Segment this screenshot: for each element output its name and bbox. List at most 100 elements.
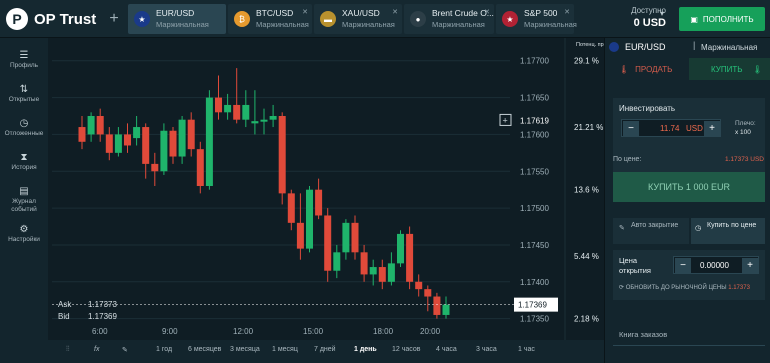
thermometer-icon: 🌡 (619, 64, 630, 74)
decrease-button[interactable]: − (623, 121, 639, 137)
ask-bid-readout: Ask 1.17373 Bid 1.17369 (58, 300, 117, 321)
candle-body (215, 97, 222, 113)
sidebar-item-journal[interactable]: ▤ Журнал событий (0, 186, 48, 226)
x-tick-label: 12:00 (233, 327, 254, 336)
range-6m[interactable]: 6 месяцев (188, 346, 221, 353)
x-tick-label: 20:00 (420, 327, 441, 336)
sell-tab[interactable]: 🌡 ПРОДАТЬ (605, 58, 687, 80)
close-icon[interactable]: ✕ (564, 8, 570, 16)
candle-body (78, 127, 86, 142)
open-price-input[interactable]: − 0.00000 + (673, 256, 759, 274)
x-tick-label: 6:00 (92, 327, 108, 336)
panel-header: EUR/USD | Маржинальная (605, 38, 770, 56)
add-tab-button[interactable]: + (104, 8, 124, 30)
y-tick-label: 1.17700 (520, 57, 549, 66)
close-icon[interactable]: ✕ (392, 8, 398, 16)
tab-eurusd[interactable]: ★ EUR/USD Маржинальная (128, 4, 226, 34)
app-logo[interactable]: P OP Trust (6, 6, 96, 32)
logo-icon: P (6, 8, 28, 30)
gold-icon: ▬ (320, 11, 336, 27)
buy-button[interactable]: КУПИТЬ 1 000 EUR (613, 172, 765, 202)
deposit-button[interactable]: ▣ ПОПОЛНИТЬ (679, 7, 765, 31)
bid-price: 1.17369 (88, 312, 117, 321)
sidebar-item-open[interactable]: ⇅ Открытые (0, 84, 48, 118)
menu-icon: ☰ (19, 50, 29, 61)
candle-body (142, 127, 150, 164)
timeframe-bar: ⫶⫶ fx ✎ 1 год 6 месяцев 3 месяца 1 месяц… (48, 340, 604, 363)
range-1y[interactable]: 1 год (156, 346, 172, 353)
y-tick-label: 1.17350 (520, 315, 549, 324)
candle-body (369, 267, 377, 275)
candle-body (242, 104, 250, 120)
trade-panel: EUR/USD | Маржинальная 🌡 ПРОДАТЬ КУПИТЬ … (604, 38, 770, 363)
candle-body (251, 121, 259, 124)
x-tick-label: 9:00 (162, 327, 178, 336)
refresh-link[interactable]: ⟳ ОБНОВИТЬ ДО РЫНОЧНОЙ ЦЕНЫ 1.17373 (619, 284, 750, 291)
profit-label: 5.44 % (574, 252, 599, 261)
order-book[interactable]: Книга заказов (613, 324, 765, 346)
close-icon[interactable]: ✕ (302, 8, 308, 16)
buy-tab[interactable]: КУПИТЬ 🌡 (689, 58, 770, 80)
function-icon[interactable]: fx (94, 346, 99, 353)
candle-body (269, 116, 277, 120)
increase-button[interactable]: + (704, 121, 720, 137)
brush-icon[interactable]: ✎ (122, 346, 128, 354)
candle-body (178, 119, 186, 157)
invest-label: Инвестировать (619, 104, 676, 113)
gear-icon: ⚙ (19, 224, 29, 235)
range-7d[interactable]: 7 дней (314, 346, 336, 353)
candle-body (296, 222, 304, 249)
sidebar-item-pending[interactable]: ◷ Отложенные (0, 118, 48, 152)
sidebar-item-settings[interactable]: ⚙ Настройки (0, 224, 48, 258)
auto-close-button[interactable]: ✎ Авто закрытие (613, 218, 689, 244)
tab-brent[interactable]: ● Brent Crude O... Маржинальная ✕ (404, 4, 494, 34)
buy-at-price-button[interactable]: ◷ Купить по цене (691, 218, 765, 244)
candle-body (433, 296, 441, 315)
balance[interactable]: Доступно 0 USD (596, 6, 666, 29)
increase-button[interactable]: + (742, 258, 758, 274)
close-icon[interactable]: ✕ (484, 8, 490, 16)
candle-body (87, 116, 95, 135)
leverage-value[interactable]: x 100 (735, 129, 751, 136)
candle-body (287, 193, 295, 223)
candle-body (324, 215, 332, 271)
range-1h[interactable]: 1 час (518, 346, 535, 353)
tab-btcusd[interactable]: ₿ BTC/USD Маржинальная ✕ (228, 4, 312, 34)
sidebar-item-history[interactable]: ⧗ История (0, 152, 48, 186)
sidebar-item-profile[interactable]: ☰ Профиль (0, 50, 48, 84)
candle-body (397, 233, 404, 264)
y-tick-label: 1.17650 (520, 94, 549, 103)
thermometer-icon: 🌡 (752, 64, 763, 74)
pen-icon: ✎ (619, 225, 625, 232)
price-chart[interactable]: 1.17700 1.17650 1.17600 1.17550 1.17500 1.174… (48, 38, 604, 340)
hourglass-icon: ⧗ (20, 152, 28, 163)
candles-icon[interactable]: ⫶⫶ (66, 346, 70, 354)
range-3m[interactable]: 3 месяца (230, 346, 260, 353)
amount-input[interactable]: − 11.74 USD + (621, 119, 721, 137)
decrease-button[interactable]: − (675, 258, 691, 274)
candle-body (315, 189, 323, 216)
range-12h[interactable]: 12 часов (392, 346, 420, 353)
plus-icon: + (503, 115, 508, 125)
candle-body (114, 134, 122, 153)
candle-body (415, 281, 423, 290)
range-1m[interactable]: 1 месяц (272, 346, 298, 353)
candle-body (160, 130, 168, 172)
hover-price-label: 1.17619 (520, 116, 549, 125)
range-1d[interactable]: 1 день (354, 346, 377, 353)
tab-xauusd[interactable]: ▬ XAU/USD Маржинальная ✕ (314, 4, 402, 34)
panel-price: 1.17373 USD (724, 156, 764, 163)
current-price-label: 1.17369 (518, 301, 547, 310)
sidebar: ☰ Профиль ⇅ Открытые ◷ Отложенные ⧗ Исто… (0, 38, 48, 363)
tab-sp500[interactable]: ★ S&P 500 Маржинальная ✕ (496, 4, 577, 34)
y-tick-label: 1.17500 (520, 204, 549, 213)
invest-box: Инвестировать − 11.74 USD + Плечо: x 100 (613, 98, 765, 183)
range-4h[interactable]: 4 часа (436, 346, 457, 353)
y-tick-label: 1.17600 (520, 130, 549, 139)
candle-body (333, 252, 341, 271)
chevron-down-icon[interactable]: ▾ (660, 9, 664, 18)
range-3h[interactable]: 3 часа (476, 346, 497, 353)
candlestick-chart[interactable]: 1.17700 1.17650 1.17600 1.17550 1.17500 1.174… (48, 38, 604, 340)
candle-body (387, 263, 395, 282)
panel-pair: EUR/USD (625, 42, 666, 52)
